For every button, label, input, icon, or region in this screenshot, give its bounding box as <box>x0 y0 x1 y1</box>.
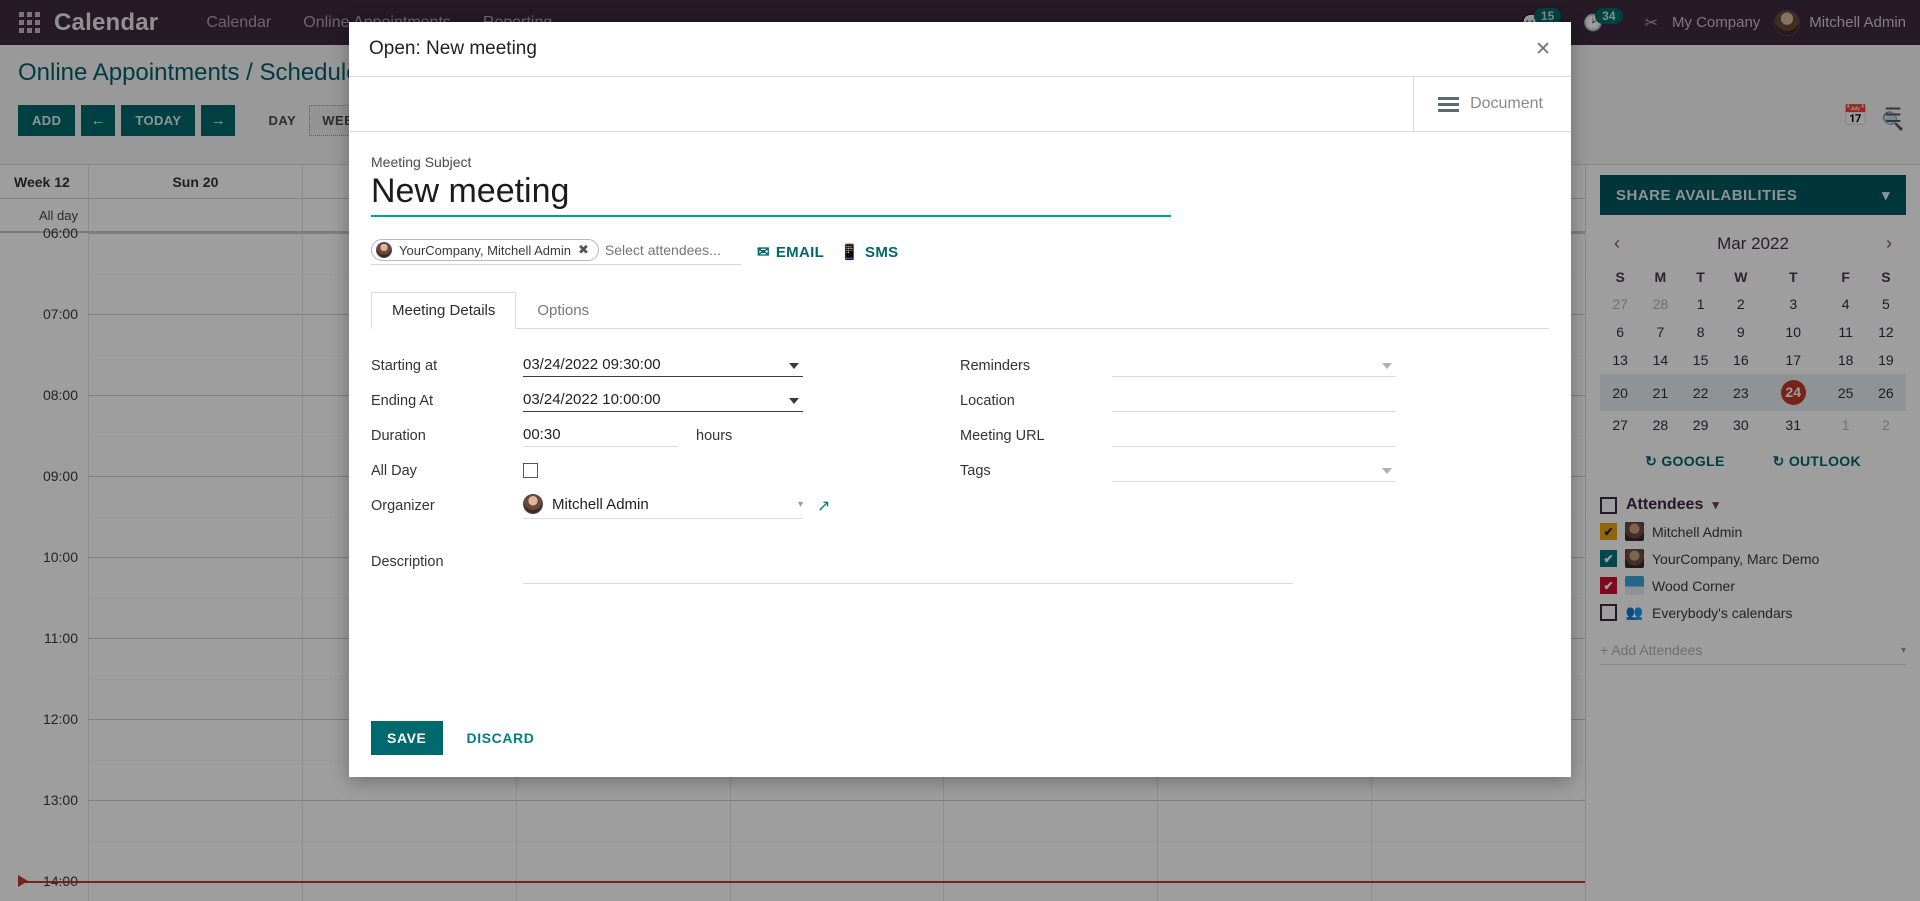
envelope-icon: ✉ <box>757 244 770 261</box>
field-label: Reminders <box>960 357 1031 374</box>
dialog-statusbar: Document <box>349 76 1571 132</box>
organizer-name: Mitchell Admin <box>552 495 649 513</box>
field-description: Description <box>371 554 1549 584</box>
remove-tag-icon[interactable]: ✖ <box>578 242 589 258</box>
field-starting-at: Starting at <box>371 351 960 380</box>
meeting-url-input[interactable] <box>1112 424 1396 447</box>
sms-label: SMS <box>865 243 899 261</box>
dialog-header: Open: New meeting ✕ <box>349 22 1571 76</box>
tab-options[interactable]: Options <box>516 292 610 329</box>
field-tags: Tags <box>960 456 1549 485</box>
close-icon[interactable]: ✕ <box>1535 40 1551 59</box>
document-button-label: Document <box>1470 95 1543 112</box>
email-button[interactable]: ✉ EMAIL <box>757 243 825 262</box>
organizer-value[interactable]: Mitchell Admin ▾ <box>523 492 803 519</box>
field-label: Tags <box>960 462 991 479</box>
field-label: Ending At <box>371 392 434 409</box>
form-column-left: Starting at Ending At <box>371 351 960 526</box>
field-all-day: All Day <box>371 456 960 485</box>
starting-at-input[interactable] <box>523 354 803 377</box>
log-note-icon <box>1438 96 1460 112</box>
attendee-tag-label: YourCompany, Mitchell Admin <box>399 242 571 258</box>
field-label: Meeting URL <box>960 427 1045 444</box>
attendee-tag[interactable]: YourCompany, Mitchell Admin ✖ <box>371 239 599 261</box>
dialog-footer: SAVE DISCARD <box>349 705 1571 777</box>
field-label: Duration <box>371 427 426 444</box>
description-editor[interactable] <box>523 554 1293 584</box>
description-label: Description <box>371 554 444 570</box>
dialog-title: Open: New meeting <box>369 38 537 59</box>
new-meeting-dialog: Open: New meeting ✕ Document Meeting Sub… <box>349 22 1571 777</box>
tab-meeting-details[interactable]: Meeting Details <box>371 292 517 329</box>
meeting-subject-label: Meeting Subject <box>371 154 472 170</box>
sms-button[interactable]: 📱 SMS <box>840 243 899 262</box>
form-columns: Starting at Ending At <box>371 329 1549 526</box>
duration-input[interactable] <box>523 424 678 447</box>
attendees-field-row: YourCompany, Mitchell Admin ✖ ▾ ✉ EMAIL … <box>371 239 1549 265</box>
discard-button[interactable]: DISCARD <box>453 721 549 755</box>
chevron-down-icon[interactable]: ▾ <box>798 499 803 510</box>
mobile-icon: 📱 <box>840 244 860 261</box>
datepicker-caret-icon[interactable] <box>789 362 799 369</box>
field-location: Location <box>960 386 1549 415</box>
field-label: All Day <box>371 462 417 479</box>
field-label: Location <box>960 392 1015 409</box>
dialog-tabs: Meeting Details Options <box>371 291 1549 329</box>
field-meeting-url: Meeting URL <box>960 421 1549 450</box>
ending-at-input[interactable] <box>523 389 803 412</box>
tags-input[interactable] <box>1112 459 1396 482</box>
open-record-icon[interactable]: ↗ <box>817 496 830 516</box>
meeting-subject-input[interactable] <box>371 172 1171 217</box>
field-reminders: Reminders <box>960 351 1549 380</box>
attendees-many2many[interactable]: YourCompany, Mitchell Admin ✖ ▾ <box>371 239 762 265</box>
reminders-input[interactable] <box>1112 354 1396 377</box>
app-root: Calendar Calendar Online Appointments Re… <box>0 0 1920 901</box>
chevron-down-icon[interactable] <box>1382 362 1392 369</box>
datepicker-caret-icon[interactable] <box>789 397 799 404</box>
save-button[interactable]: SAVE <box>371 721 443 755</box>
location-input[interactable] <box>1112 389 1396 412</box>
form-column-right: Reminders Location Meeting URL Tags <box>960 351 1549 526</box>
select-attendees-input[interactable] <box>602 241 753 259</box>
avatar <box>376 242 392 258</box>
all-day-checkbox[interactable] <box>523 463 538 478</box>
chevron-down-icon[interactable] <box>1382 467 1392 474</box>
dialog-body: Meeting Subject YourCompany, Mitchell Ad… <box>349 132 1571 705</box>
avatar <box>523 494 543 514</box>
field-organizer: Organizer Mitchell Admin ▾ ↗ <box>371 491 960 520</box>
duration-units: hours <box>696 427 733 444</box>
document-button[interactable]: Document <box>1413 77 1571 131</box>
field-label: Organizer <box>371 497 435 514</box>
field-ending-at: Ending At <box>371 386 960 415</box>
email-label: EMAIL <box>775 243 825 261</box>
field-label: Starting at <box>371 357 438 374</box>
field-duration: Duration hours <box>371 421 960 450</box>
